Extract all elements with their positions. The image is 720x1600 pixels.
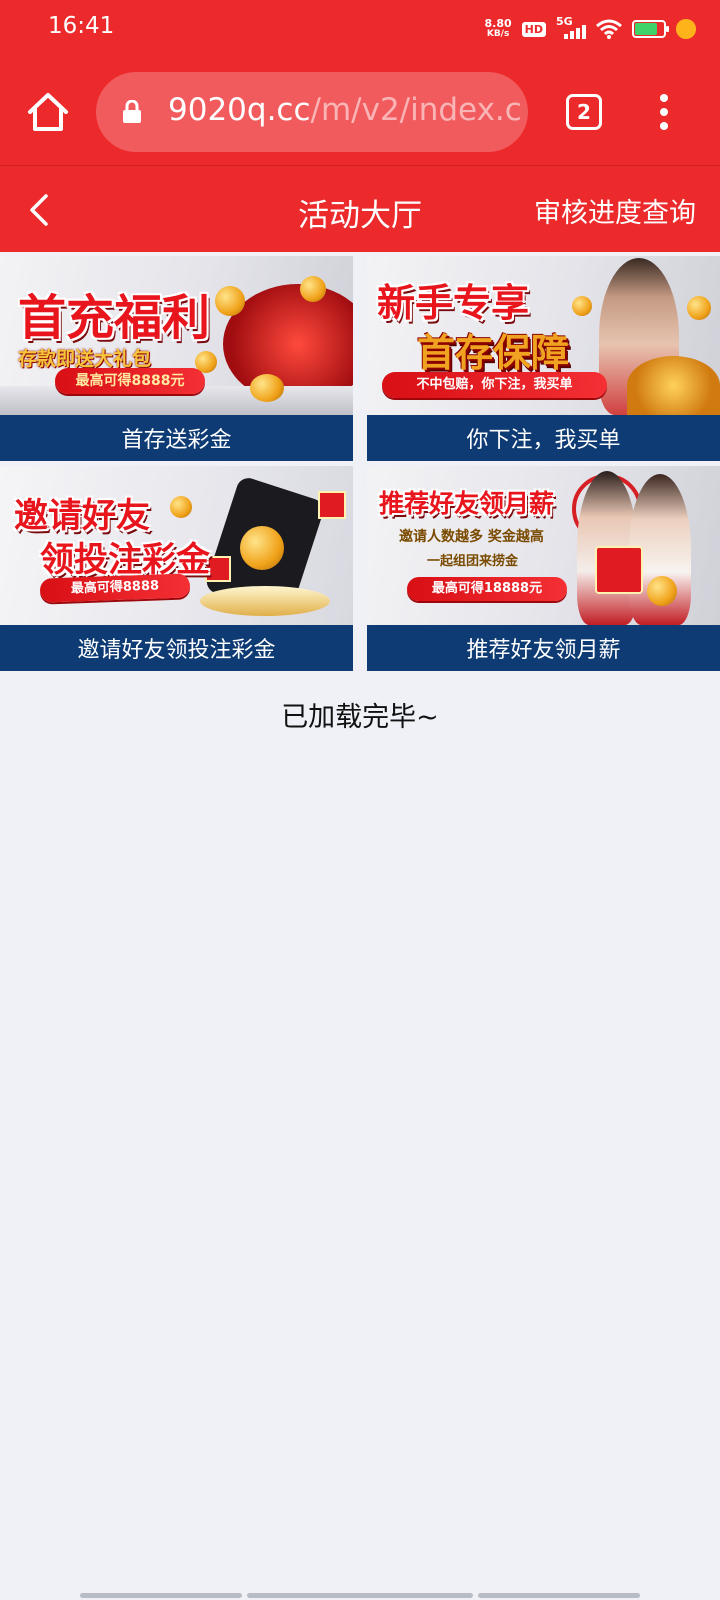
banner-subtitle: 领投注彩金 [40, 540, 210, 580]
promo-label: 推荐好友领月薪 [367, 625, 720, 671]
banner-headline: 首充福利 [18, 290, 211, 346]
status-time: 16:41 [48, 13, 115, 39]
browser-toolbar: 9020q.cc/m/v2/index.c 2 [0, 58, 720, 166]
banner-subtitle-2: 一起组团来捞金 [427, 554, 519, 569]
nav-indicator [80, 1593, 242, 1598]
promo-label: 你下注，我买单 [367, 415, 720, 461]
promo-banner[interactable]: 首充福利 存款即送大礼包 最高可得8888元 [0, 256, 353, 415]
page-header: 活动大厅 审核进度查询 [0, 166, 720, 252]
promo-banner[interactable]: 新手专享 首存保障 不中包赔，你下注，我买单 [367, 256, 720, 415]
home-icon[interactable] [26, 90, 70, 134]
signal-icon: 5G [556, 15, 586, 41]
status-bar: 16:41 8.80 KB/s HD 5G [0, 0, 720, 58]
promo-card-refer-salary[interactable]: 推荐好友领月薪 邀请人数越多 奖金越高 一起组团来捞金 最高可得18888元 推… [367, 466, 720, 671]
nav-indicator [478, 1593, 640, 1598]
promo-banner[interactable]: 推荐好友领月薪 邀请人数越多 奖金越高 一起组团来捞金 最高可得18888元 [367, 466, 720, 625]
banner-ribbon: 最高可得18888元 [407, 577, 567, 601]
load-complete-text: 已加载完毕~ [281, 702, 439, 733]
network-speed: 8.80 KB/s [484, 17, 512, 39]
banner-headline: 新手专享 [377, 281, 530, 325]
banner-headline: 推荐好友领月薪 [379, 489, 555, 518]
promo-card-first-deposit[interactable]: 首充福利 存款即送大礼包 最高可得8888元 首存送彩金 [0, 256, 353, 461]
battery-icon [632, 20, 669, 38]
url-text: 9020q.cc/m/v2/index.c [168, 92, 522, 128]
nav-indicator [247, 1593, 473, 1598]
promo-card-invite-friends[interactable]: 邀请好友 领投注彩金 最高可得8888 邀请好友领投注彩金 [0, 466, 353, 671]
banner-subtitle: 存款即送大礼包 [18, 348, 152, 370]
review-progress-link[interactable]: 审核进度查询 [534, 191, 696, 230]
address-bar[interactable]: 9020q.cc/m/v2/index.c [96, 72, 528, 152]
promo-label: 首存送彩金 [0, 415, 353, 461]
more-vert-icon[interactable] [652, 94, 676, 130]
banner-headline: 邀请好友 [14, 496, 150, 536]
charging-icon [676, 19, 696, 39]
hd-icon: HD [521, 21, 546, 37]
promo-label: 邀请好友领投注彩金 [0, 625, 353, 671]
banner-ribbon: 最高可得8888元 [55, 368, 205, 394]
promo-card-newbie[interactable]: 新手专享 首存保障 不中包赔，你下注，我买单 你下注，我买单 [367, 256, 720, 461]
promo-banner[interactable]: 邀请好友 领投注彩金 最高可得8888 [0, 466, 353, 625]
lock-icon [123, 100, 141, 123]
banner-subtitle: 首存保障 [417, 331, 570, 375]
tabs-button[interactable]: 2 [566, 94, 602, 130]
status-icons: 8.80 KB/s HD 5G [485, 15, 696, 43]
banner-ribbon: 不中包赔，你下注，我买单 [382, 372, 607, 398]
wifi-icon [596, 19, 622, 39]
banner-subtitle: 邀请人数越多 奖金越高 [399, 529, 544, 545]
